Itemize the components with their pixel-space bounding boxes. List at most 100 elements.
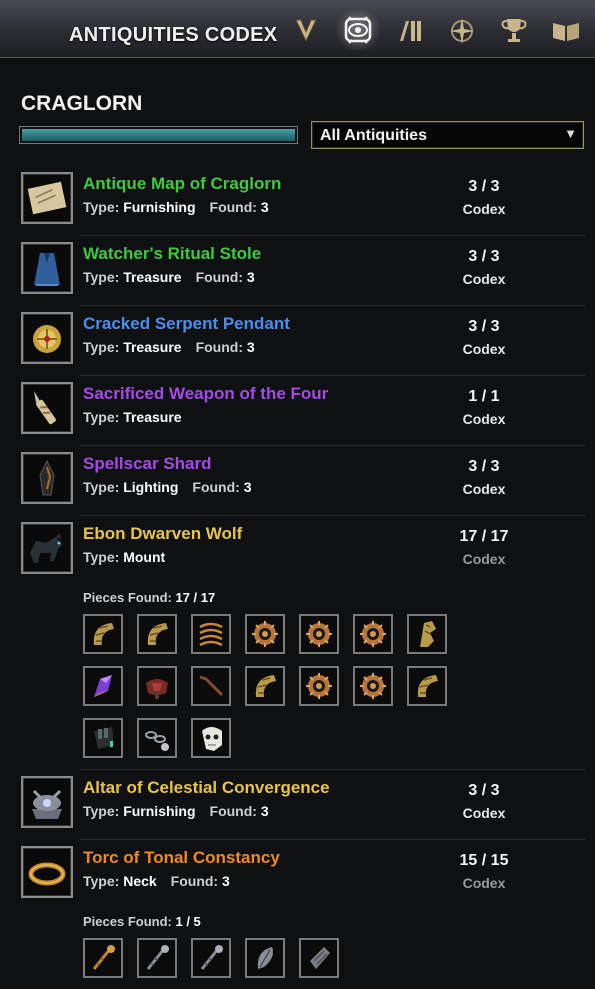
codex-link[interactable]: Codex	[444, 481, 524, 497]
found-value: 3	[260, 803, 269, 819]
mount-piece-slot[interactable]	[299, 666, 339, 706]
mount-piece-slot[interactable]	[353, 614, 393, 654]
pieces-found-caption: Pieces Found:	[83, 590, 172, 605]
type-label: Type:	[83, 409, 120, 425]
horn-piece-icon	[255, 675, 276, 697]
type-value: Furnishing	[123, 199, 196, 215]
antiquity-name: Sacrificed Weapon of the Four	[83, 384, 329, 403]
antiquity-row[interactable]: Antique Map of Craglorn Type: Furnishing F…	[0, 166, 595, 236]
shard-icon	[39, 459, 55, 496]
mount-piece-slot[interactable]	[191, 666, 231, 706]
antiquity-meta: Type: Mount	[83, 549, 165, 565]
antiquity-meta: Type: Furnishing Found: 3	[83, 803, 269, 819]
mount-piece-slot[interactable]	[83, 614, 123, 654]
pieces-found-caption: Pieces Found:	[83, 914, 172, 929]
found-label: Found:	[195, 339, 243, 355]
codex-link[interactable]: Codex	[444, 411, 524, 427]
type-label: Type:	[83, 549, 120, 565]
wolf-mount-icon	[30, 533, 62, 563]
antiquity-filter-dropdown[interactable]: All Antiquities ▼	[311, 121, 584, 149]
torc-icon	[28, 862, 66, 886]
saddle-piece-icon	[146, 679, 168, 699]
open-book-icon	[553, 23, 579, 41]
tab-compass[interactable]	[436, 10, 488, 50]
mount-piece-slot[interactable]	[83, 938, 123, 978]
antiquity-row[interactable]: Torc of Tonal Constancy Type: Neck Found: …	[0, 840, 595, 989]
type-value: Neck	[123, 873, 157, 889]
pieces-found-label: Pieces Found: 17 / 17	[83, 590, 215, 605]
mount-piece-slot[interactable]	[137, 666, 177, 706]
filter-selected-value: All Antiquities	[320, 127, 427, 144]
mount-piece-slot[interactable]	[83, 666, 123, 706]
mount-piece-slot[interactable]	[137, 938, 177, 978]
antiquity-icon-frame	[21, 312, 73, 364]
codex-link[interactable]: Codex	[444, 201, 524, 217]
antiquity-row[interactable]: Cracked Serpent Pendant Type: Treasure Fou…	[0, 306, 595, 376]
type-label: Type:	[83, 269, 120, 285]
antiquity-row[interactable]: Watcher's Ritual Stole Type: Treasure Foun…	[0, 236, 595, 306]
category-tabs	[280, 10, 592, 50]
found-value: 3	[246, 339, 255, 355]
tab-codex[interactable]	[332, 10, 384, 50]
altar-icon	[32, 789, 62, 819]
codex-link[interactable]: Codex	[444, 875, 524, 891]
mount-piece-slot[interactable]	[245, 666, 285, 706]
mount-piece-slot[interactable]	[191, 614, 231, 654]
codex-link[interactable]: Codex	[444, 551, 524, 567]
mount-piece-slot[interactable]	[245, 614, 285, 654]
type-value: Mount	[123, 549, 166, 565]
mount-piece-slot[interactable]	[191, 938, 231, 978]
tab-scrying[interactable]	[280, 10, 332, 50]
rod-piece-icon	[199, 675, 224, 697]
type-label: Type:	[83, 199, 120, 215]
mount-piece-slot[interactable]	[407, 614, 447, 654]
pieces-found-value: 17 / 17	[175, 590, 216, 605]
codex-link[interactable]: Codex	[444, 805, 524, 821]
pendant-icon	[33, 325, 61, 353]
mount-piece-slot[interactable]	[407, 666, 447, 706]
type-label: Type:	[83, 479, 120, 495]
tab-lore[interactable]	[540, 10, 592, 50]
antiquity-meta: Type: Lighting Found: 3	[83, 479, 252, 495]
tab-journal[interactable]	[384, 10, 436, 50]
dagger-icon	[34, 391, 56, 425]
mount-piece-slot[interactable]	[299, 938, 339, 978]
lead-count: 3 / 3	[468, 782, 500, 799]
mount-piece-slot[interactable]	[245, 938, 285, 978]
antiquity-icon-frame	[21, 172, 73, 224]
lead-count: 3 / 3	[468, 318, 500, 335]
skull-piece-icon	[202, 727, 222, 751]
mount-piece-slot[interactable]	[191, 718, 231, 758]
mount-piece-slot[interactable]	[137, 614, 177, 654]
robe-icon	[34, 253, 60, 286]
antiquity-name: Antique Map of Craglorn	[83, 174, 282, 193]
mount-piece-slot[interactable]	[83, 718, 123, 758]
pieces-found-value: 1 / 5	[175, 914, 201, 929]
antiquity-meta: Type: Treasure Found: 3	[83, 339, 255, 355]
lead-count: 3 / 3	[468, 458, 500, 475]
mount-piece-slot[interactable]	[137, 718, 177, 758]
antiquity-meta: Type: Treasure Found: 3	[83, 269, 255, 285]
lead-count: 17 / 17	[459, 528, 509, 545]
mount-piece-slot[interactable]	[299, 614, 339, 654]
antiquity-row[interactable]: Spellscar Shard Type: Lighting Found: 3 3 /…	[0, 446, 595, 516]
horn-piece-icon	[147, 623, 168, 645]
found-label: Found:	[209, 803, 257, 819]
antiquity-icon-frame	[21, 776, 73, 828]
antiquity-row[interactable]: Altar of Celestial Convergence Type: Furn…	[0, 770, 595, 840]
codex-link[interactable]: Codex	[444, 341, 524, 357]
lead-count: 3 / 3	[468, 248, 500, 265]
antiquity-row[interactable]: Sacrificed Weapon of the Four Type: Treas…	[0, 376, 595, 446]
gear-piece-icon	[306, 621, 332, 647]
found-value: 3	[243, 479, 252, 495]
tab-achievements[interactable]	[488, 10, 540, 50]
horn-piece-icon	[93, 623, 114, 645]
antiquity-row[interactable]: Ebon Dwarven Wolf Type: Mount 17 / 17 Codex…	[0, 516, 595, 770]
gear-piece-icon	[252, 621, 278, 647]
header-bar: ANTIQUITIES CODEX	[0, 0, 595, 58]
antiquity-name: Cracked Serpent Pendant	[83, 314, 290, 333]
codex-title: ANTIQUITIES CODEX	[69, 24, 278, 46]
mount-piece-slot[interactable]	[353, 666, 393, 706]
codex-link[interactable]: Codex	[444, 271, 524, 287]
antiquity-icon-frame	[21, 846, 73, 898]
